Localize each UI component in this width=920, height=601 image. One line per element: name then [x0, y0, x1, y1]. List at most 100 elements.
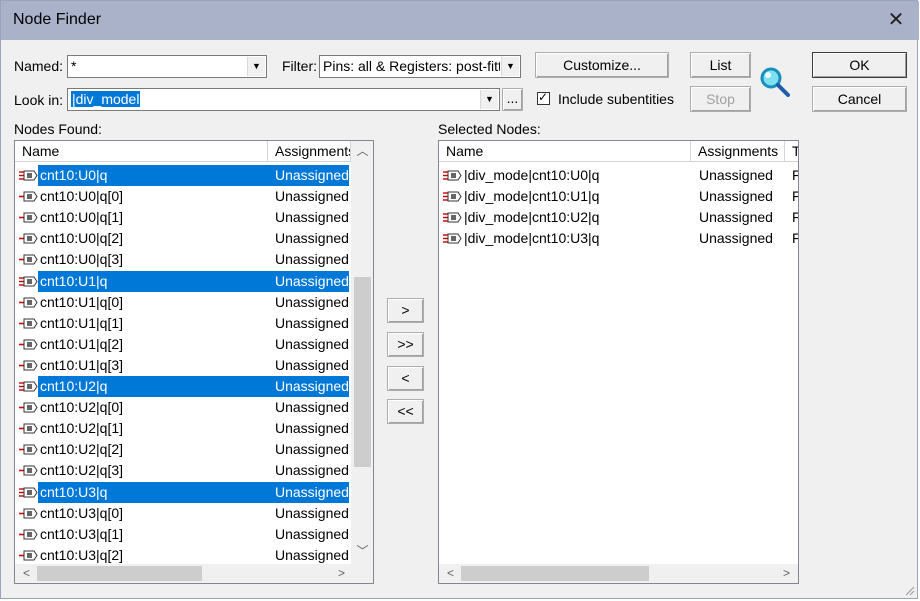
- node-assignment: Unassigned: [275, 399, 349, 416]
- selected-node-name: |div_mode|cnt10:U1|q: [464, 188, 600, 205]
- column-header-name[interactable]: Name: [15, 141, 268, 161]
- selected-node-row[interactable]: |div_mode|cnt10:U1|q Unassigned F: [439, 186, 798, 207]
- chevron-right-icon[interactable]: >: [778, 565, 795, 582]
- lookin-combo[interactable]: |div_model ▼: [67, 88, 500, 111]
- chevron-down-icon[interactable]: ▼: [501, 57, 519, 76]
- bus-pin-icon: [443, 212, 462, 223]
- node-row[interactable]: cnt10:U1|q Unassigned: [15, 270, 351, 292]
- ok-button[interactable]: OK: [812, 52, 907, 78]
- search-icon: [760, 67, 790, 97]
- node-row[interactable]: cnt10:U3|q[0] Unassigned: [15, 503, 351, 524]
- node-name: cnt10:U3|q[0]: [40, 504, 124, 521]
- nodes-found-hscrollbar[interactable]: < >: [15, 564, 351, 583]
- node-row[interactable]: cnt10:U0|q[3] Unassigned: [15, 249, 351, 270]
- selected-node-row[interactable]: |div_mode|cnt10:U0|q Unassigned F: [439, 165, 798, 186]
- node-row[interactable]: cnt10:U1|q[1] Unassigned: [15, 313, 351, 334]
- scroll-corner: [351, 564, 373, 583]
- register-pin-icon: [19, 318, 38, 329]
- node-row[interactable]: cnt10:U1|q[2] Unassigned: [15, 334, 351, 355]
- node-name: cnt10:U0|q: [40, 167, 108, 183]
- node-assignment: Unassigned: [275, 167, 349, 183]
- node-name: cnt10:U2|q[3]: [40, 462, 124, 479]
- node-row[interactable]: cnt10:U0|q[0] Unassigned: [15, 186, 351, 207]
- node-row[interactable]: cnt10:U0|q[2] Unassigned: [15, 228, 351, 249]
- bus-pin-icon: [443, 191, 462, 202]
- register-pin-icon: [19, 297, 38, 308]
- stop-button[interactable]: Stop: [690, 86, 751, 112]
- column-header-extra[interactable]: T: [785, 141, 798, 161]
- node-row[interactable]: cnt10:U2|q Unassigned: [15, 376, 351, 397]
- node-assignment: Unassigned: [275, 314, 349, 331]
- hscroll-thumb[interactable]: [461, 566, 649, 581]
- filter-combo[interactable]: Pins: all & Registers: post-fittir ▼: [319, 55, 521, 78]
- customize-button[interactable]: Customize...: [535, 52, 669, 78]
- chevron-left-icon[interactable]: <: [442, 565, 459, 582]
- vscroll-thumb[interactable]: [354, 277, 371, 467]
- node-row[interactable]: cnt10:U3|q[2] Unassigned: [15, 545, 351, 566]
- selected-nodes-label: Selected Nodes:: [438, 121, 541, 137]
- remove-button[interactable]: <: [387, 366, 424, 391]
- chevron-right-icon[interactable]: >: [333, 565, 350, 582]
- named-combo[interactable]: * ▼: [67, 55, 267, 78]
- selected-node-row[interactable]: |div_mode|cnt10:U3|q Unassigned F: [439, 228, 798, 249]
- named-label: Named:: [14, 58, 64, 74]
- column-header-assignments[interactable]: Assignments: [691, 141, 785, 161]
- cancel-button[interactable]: Cancel: [812, 86, 907, 112]
- selected-node-extra: F: [792, 165, 798, 186]
- node-row[interactable]: cnt10:U2|q[3] Unassigned: [15, 460, 351, 481]
- node-assignment: Unassigned: [275, 230, 349, 247]
- add-button[interactable]: >: [387, 298, 424, 323]
- chevron-down-icon[interactable]: ﹀: [354, 543, 371, 560]
- node-name: cnt10:U0|q[0]: [40, 188, 124, 205]
- selected-nodes-header: Name Assignments T: [439, 141, 798, 162]
- chevron-up-icon[interactable]: ︿: [354, 143, 371, 160]
- node-row[interactable]: cnt10:U0|q Unassigned: [15, 165, 351, 186]
- node-row[interactable]: cnt10:U2|q[0] Unassigned: [15, 397, 351, 418]
- node-assignment: Unassigned: [275, 504, 349, 521]
- node-row[interactable]: cnt10:U2|q[1] Unassigned: [15, 418, 351, 439]
- add-all-button[interactable]: >>: [387, 332, 424, 357]
- register-pin-icon: [19, 360, 38, 371]
- node-assignment: Unassigned: [275, 525, 349, 542]
- register-pin-icon: [19, 339, 38, 350]
- selected-node-name: |div_mode|cnt10:U0|q: [464, 167, 600, 183]
- node-row[interactable]: cnt10:U3|q[1] Unassigned: [15, 524, 351, 545]
- include-subentities-checkbox[interactable]: ✓: [537, 90, 550, 105]
- column-header-name[interactable]: Name: [439, 141, 691, 161]
- register-pin-icon: [19, 444, 38, 455]
- browse-button[interactable]: ...: [502, 88, 523, 111]
- register-pin-icon: [19, 402, 38, 413]
- node-assignment: Unassigned: [275, 420, 349, 437]
- named-value[interactable]: *: [71, 58, 76, 74]
- node-row[interactable]: cnt10:U3|q Unassigned: [15, 481, 351, 503]
- register-pin-icon: [19, 191, 38, 202]
- column-header-assignments[interactable]: Assignments: [268, 141, 351, 161]
- node-assignment: Unassigned: [275, 293, 349, 310]
- hscroll-thumb[interactable]: [37, 566, 202, 581]
- register-pin-icon: [19, 212, 38, 223]
- chevron-down-icon[interactable]: ▼: [247, 57, 265, 76]
- resize-grip-icon[interactable]: [903, 584, 915, 596]
- selected-node-row[interactable]: |div_mode|cnt10:U2|q Unassigned F: [439, 207, 798, 228]
- chevron-down-icon[interactable]: ▼: [480, 90, 498, 109]
- selected-node-assignment: Unassigned: [699, 167, 773, 183]
- nodes-found-list[interactable]: Name Assignments cnt10:U0|q Unassigned cnt…: [14, 140, 374, 584]
- lookin-label: Look in:: [14, 92, 64, 108]
- remove-all-button[interactable]: <<: [387, 399, 424, 424]
- node-assignment: Unassigned: [275, 546, 349, 563]
- node-row[interactable]: cnt10:U1|q[0] Unassigned: [15, 292, 351, 313]
- filter-value[interactable]: Pins: all & Registers: post-fittir: [323, 58, 500, 74]
- node-row[interactable]: cnt10:U1|q[3] Unassigned: [15, 355, 351, 376]
- chevron-left-icon[interactable]: <: [18, 565, 35, 582]
- lookin-value[interactable]: |div_model: [71, 91, 141, 107]
- selected-nodes-hscrollbar[interactable]: < >: [439, 564, 798, 583]
- register-pin-icon: [19, 550, 38, 561]
- bus-pin-icon: [19, 487, 38, 497]
- selected-nodes-list[interactable]: Name Assignments T |div_mode|cnt10:U0|q U…: [438, 140, 799, 584]
- bus-pin-icon: [19, 381, 38, 392]
- node-row[interactable]: cnt10:U0|q[1] Unassigned: [15, 207, 351, 228]
- node-row[interactable]: cnt10:U2|q[2] Unassigned: [15, 439, 351, 460]
- list-button[interactable]: List: [690, 52, 751, 78]
- nodes-found-vscrollbar[interactable]: ︿ ﹀: [351, 141, 373, 566]
- close-icon[interactable]: ✕: [881, 6, 911, 34]
